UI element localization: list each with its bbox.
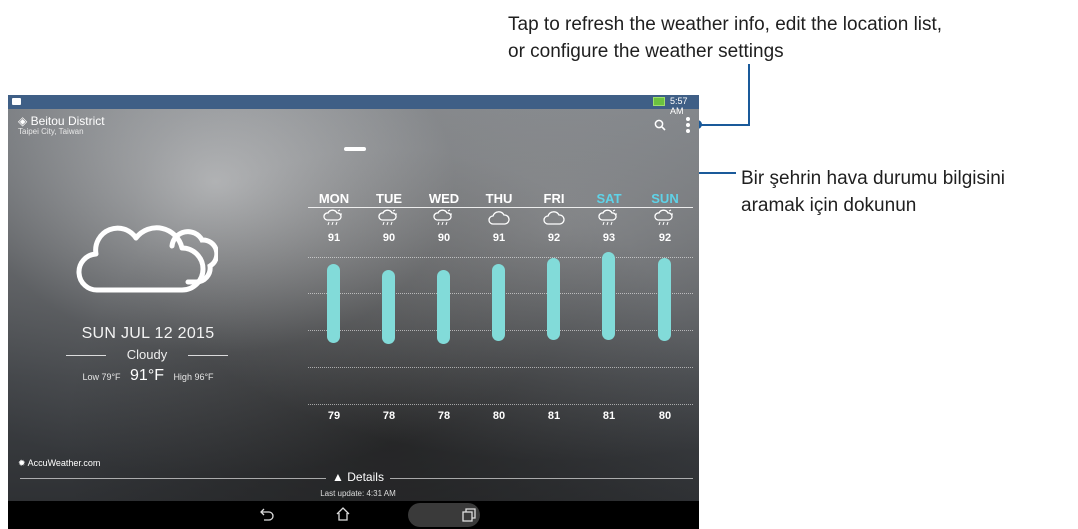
- location-name-text: Beitou District: [30, 114, 105, 128]
- callout-search-line2: aramak için dokunun: [741, 195, 917, 216]
- forecast-day-thu[interactable]: THU 91: [471, 191, 527, 244]
- divider: [20, 478, 326, 479]
- thunderstorm-icon: [416, 208, 472, 232]
- callout-connector: [748, 64, 750, 126]
- more-vert-icon[interactable]: [686, 117, 690, 135]
- details-button[interactable]: ▲ Details: [326, 470, 390, 484]
- temp-low: Low 79°F: [82, 372, 121, 382]
- forecast-day-name: FRI: [543, 191, 565, 206]
- callout-connector: [697, 124, 750, 126]
- temperature-range-bar: [437, 269, 450, 345]
- accuweather-text: AccuWeather.com: [27, 458, 101, 468]
- forecast-day-name: MON: [318, 191, 350, 206]
- forecast-day-sat[interactable]: SAT 93: [581, 191, 637, 244]
- forecast-day-name: SAT: [596, 191, 622, 206]
- forecast-low: 81: [547, 410, 561, 422]
- temp-current: 91°F: [130, 367, 164, 384]
- temperature-range-bar: [327, 263, 340, 343]
- forecast-day-fri[interactable]: FRI 92: [526, 191, 582, 244]
- forecast-high: 92: [547, 232, 561, 244]
- forecast-day-sun[interactable]: SUN 92: [637, 191, 693, 244]
- current-date: SUN JUL 12 2015: [81, 325, 215, 342]
- callout-menu-line2: or configure the weather settings: [508, 41, 784, 62]
- grid-line: [308, 367, 693, 368]
- cloud-icon: [76, 225, 218, 293]
- recent-apps-icon[interactable]: [462, 508, 476, 522]
- current-condition: Cloudy: [126, 347, 168, 362]
- temperature-range-bar: [492, 263, 505, 342]
- thunderstorm-icon: [581, 208, 637, 232]
- forecast-day-name: WED: [428, 191, 460, 206]
- last-update: Last update: 4:31 AM: [320, 489, 396, 498]
- forecast-low: 79: [327, 410, 341, 422]
- page-indicator: [344, 147, 366, 151]
- temperature-range-bar: [602, 252, 615, 340]
- forecast-low: 80: [492, 410, 506, 422]
- location-icon: ◈: [18, 114, 28, 128]
- status-bar: 5:57 AM: [8, 95, 699, 116]
- forecast-high: 90: [382, 232, 396, 244]
- forecast-low: 80: [658, 410, 672, 422]
- forecast-high: 90: [437, 232, 451, 244]
- thunderstorm-icon: [637, 208, 693, 232]
- callout-menu-line1: Tap to refresh the weather info, edit th…: [508, 14, 943, 35]
- temperature-range-bar: [547, 258, 560, 340]
- divider: [390, 478, 693, 479]
- grid-line: [308, 257, 693, 258]
- forecast-high: 92: [658, 232, 672, 244]
- battery-charging-icon: [653, 97, 665, 106]
- temp-high: High 96°F: [173, 372, 214, 382]
- accuweather-logo[interactable]: ✹ AccuWeather.com: [18, 458, 100, 469]
- forecast-high: 93: [602, 232, 616, 244]
- temperature-range-bar: [382, 269, 395, 345]
- forecast-low: 81: [602, 410, 616, 422]
- temperature-range-bar: [658, 258, 671, 342]
- status-time: 5:57 AM: [670, 96, 688, 116]
- grid-line: [308, 404, 693, 405]
- cloud-icon: [526, 209, 582, 232]
- forecast-high: 91: [492, 232, 506, 244]
- thunderstorm-icon: [361, 208, 417, 232]
- home-icon[interactable]: [335, 506, 351, 522]
- temperature-row: Low 79°F 91°F High 96°F: [68, 367, 228, 385]
- location-name[interactable]: ◈ Beitou District: [18, 114, 105, 128]
- forecast-low: 78: [437, 410, 451, 422]
- thunderstorm-icon: [306, 208, 362, 232]
- weather-app-screen: 5:57 AM ◈ Beitou District Taipei City, T…: [8, 95, 699, 529]
- sun-logo-icon: ✹: [18, 458, 26, 468]
- notification-icon: [12, 98, 21, 105]
- cloud-icon: [471, 209, 527, 232]
- forecast-day-name: TUE: [376, 191, 402, 206]
- forecast-day-name: SUN: [651, 191, 679, 206]
- search-icon[interactable]: [654, 119, 666, 131]
- condition-row: Cloudy: [66, 347, 228, 365]
- forecast-day-name: THU: [485, 191, 513, 206]
- back-icon[interactable]: [260, 507, 274, 521]
- location-subtitle: Taipei City, Taiwan: [18, 127, 84, 136]
- forecast-day-tue[interactable]: TUE 90: [361, 191, 417, 244]
- navigation-bar: [8, 501, 699, 529]
- forecast-low: 78: [382, 410, 396, 422]
- forecast-high: 91: [327, 232, 341, 244]
- callout-search-line1: Bir şehrin hava durumu bilgisini: [741, 168, 1006, 189]
- forecast-day-mon[interactable]: MON 91: [306, 191, 362, 244]
- forecast-day-wed[interactable]: WED 90: [416, 191, 472, 244]
